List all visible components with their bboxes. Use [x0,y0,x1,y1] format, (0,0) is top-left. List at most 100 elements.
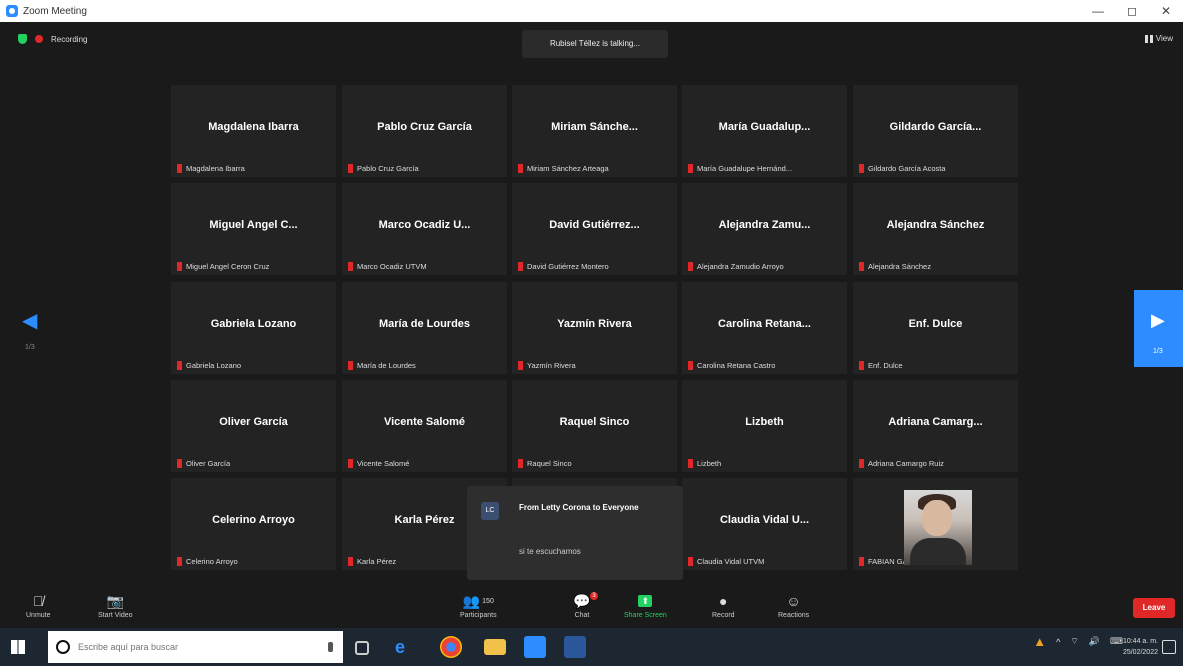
task-view-icon[interactable] [355,641,369,655]
start-video-button[interactable]: 📷 Start Video [98,590,133,620]
muted-mic-icon [348,459,353,468]
zoom-taskbar-icon[interactable] [524,636,546,658]
chat-sender: From Letty Corona to Everyone [519,503,639,512]
reactions-button[interactable]: ☺ Reactions [778,590,809,619]
participant-tile[interactable]: Magdalena Ibarra Magdalena Ibarra [171,85,336,177]
clock-date: 25/02/2022 [1122,649,1158,656]
muted-mic-icon [688,361,693,370]
participant-tile[interactable]: Marco Ocadiz U... Marco Ocadiz UTVM [342,183,507,275]
notifications-icon[interactable] [1162,640,1176,654]
edge-browser-icon[interactable]: e [395,636,417,658]
participant-tile[interactable]: Enf. Dulce Enf. Dulce [853,282,1018,374]
muted-mic-icon [688,164,693,173]
participant-tile[interactable]: Alejandra Sánchez Alejandra Sánchez [853,183,1018,275]
participant-name: Yazmín Rivera [557,318,632,330]
volume-icon[interactable]: 🔊 [1089,636,1100,647]
participant-label: Pablo Cruz García [348,164,419,173]
word-taskbar-icon[interactable] [564,636,586,658]
muted-mic-icon [177,262,182,271]
recording-indicator: Recording [18,34,87,44]
app-tray-icon[interactable]: ▲ [1033,634,1046,649]
participant-name: Lizbeth [745,416,784,428]
chrome-browser-icon[interactable] [440,636,462,658]
participant-tile[interactable]: Celerino Arroyo Celerino Arroyo [171,478,336,570]
participant-tile[interactable]: Claudia Vidal U... Claudia Vidal UTVM [682,478,847,570]
maximize-button[interactable]: ◻ [1115,0,1149,22]
keyboard-icon[interactable]: ⌨ [1110,636,1123,647]
participant-label-text: Miguel Angel Ceron Cruz [186,262,270,271]
chat-button[interactable]: 💬 3 Chat [568,590,598,619]
participant-tile[interactable]: David Gutiérrez... David Gutiérrez Monter… [512,183,677,275]
taskbar-search[interactable] [48,631,343,663]
record-icon: ● [719,593,728,609]
participant-tile[interactable]: Vicente Salomé Vicente Salomé [342,380,507,472]
cortana-icon [56,640,70,654]
next-page-button[interactable]: ▶ 1/3 [1134,290,1183,367]
participant-name: Magdalena Ibarra [208,121,299,133]
meeting-toolbar: 🎙̸ Unmute 📷 Start Video 👥 150 Participant… [0,586,1183,628]
participant-tile[interactable]: Pablo Cruz García Pablo Cruz García [342,85,507,177]
participant-tile[interactable]: Oliver García Oliver García [171,380,336,472]
record-dot-icon [35,35,43,43]
leave-button[interactable]: Leave [1133,598,1175,618]
participant-label-text: Alejandra Sánchez [868,262,931,271]
participant-tile[interactable]: Gildardo García... Gildardo García Acosta [853,85,1018,177]
muted-mic-icon [859,361,864,370]
taskbar-clock[interactable]: 10:44 a. m. 25/02/2022 [1123,636,1158,658]
participant-label-text: David Gutiérrez Montero [527,262,609,271]
windows-taskbar: e ▲ ^ ⌔ 🔊 ⌨ 10:44 a. m. 25/02/2022 [0,628,1183,666]
participant-name: Oliver García [219,416,288,428]
participant-tile[interactable]: María Guadalup... María Guadalupe Hernánd… [682,85,847,177]
unmute-button[interactable]: 🎙̸ Unmute [26,590,51,619]
participant-tile[interactable]: Lizbeth Lizbeth [682,380,847,472]
participant-name: Gabriela Lozano [210,318,297,330]
minimize-button[interactable]: — [1081,0,1115,22]
participant-tile[interactable]: Miriam Sánche... Miriam Sánchez Arteaga [512,85,677,177]
search-input[interactable] [76,641,320,653]
participant-name: Claudia Vidal U... [719,514,810,526]
muted-mic-icon [688,459,693,468]
record-button[interactable]: ● Record [712,590,735,619]
previous-page-icon[interactable]: ◀ [22,308,37,333]
share-screen-button[interactable]: ⬆ Share Screen [624,590,667,619]
participant-tile[interactable]: Gabriela Lozano Gabriela Lozano [171,282,336,374]
participant-label: Yazmín Rivera [518,361,576,370]
participant-name: Enf. Dulce [908,318,963,330]
participant-tile[interactable]: Raquel Sinco Raquel Sinco [512,380,677,472]
participant-tile[interactable]: Carolina Retana... Carolina Retana Castro [682,282,847,374]
participant-label: Karla Pérez [348,557,396,566]
participant-tile[interactable]: Alejandra Zamu... Alejandra Zamudio Arroy… [682,183,847,275]
participant-label: Celerino Arroyo [177,557,238,566]
file-explorer-icon[interactable] [484,639,506,655]
participant-tile[interactable]: María de Lourdes María de Lourdes [342,282,507,374]
microphone-icon[interactable] [328,642,333,652]
muted-mic-icon [348,557,353,566]
participants-button[interactable]: 👥 150 Participants [460,590,497,620]
participant-label: Claudia Vidal UTVM [688,557,764,566]
participant-tile[interactable]: Yazmín Rivera Yazmín Rivera [512,282,677,374]
participant-tile[interactable]: Miguel Angel C... Miguel Angel Ceron Cruz [171,183,336,275]
participant-tile[interactable]: Adriana Camarg... Adriana Camargo Ruiz [853,380,1018,472]
close-button[interactable]: ✕ [1149,0,1183,22]
windows-start-icon[interactable] [11,640,25,654]
participant-label-text: María Guadalupe Hernánd... [697,164,793,173]
participant-label: Adriana Camargo Ruiz [859,459,944,468]
muted-mic-icon [177,459,182,468]
shield-icon[interactable] [18,34,27,44]
participants-count: 150 [482,597,494,605]
participant-label-text: Miriam Sánchez Arteaga [527,164,609,173]
clock-time: 10:44 a. m. [1122,638,1158,645]
participant-label-text: Oliver García [186,459,231,468]
participant-label-text: Vicente Salomé [357,459,410,468]
participant-label-text: Magdalena Ibarra [186,164,245,173]
chevron-up-icon[interactable]: ^ [1056,637,1060,647]
muted-mic-icon [518,164,523,173]
participant-label: Marco Ocadiz UTVM [348,262,427,271]
participant-name: Gildardo García... [889,121,982,133]
view-button[interactable]: View [1144,34,1173,43]
participant-label: Raquel Sinco [518,459,572,468]
muted-mic-icon [688,557,693,566]
network-icon[interactable]: ⌔ [1070,636,1078,647]
muted-mic-icon [348,361,353,370]
chat-notification[interactable]: LC From Letty Corona to Everyone si te e… [467,486,683,580]
